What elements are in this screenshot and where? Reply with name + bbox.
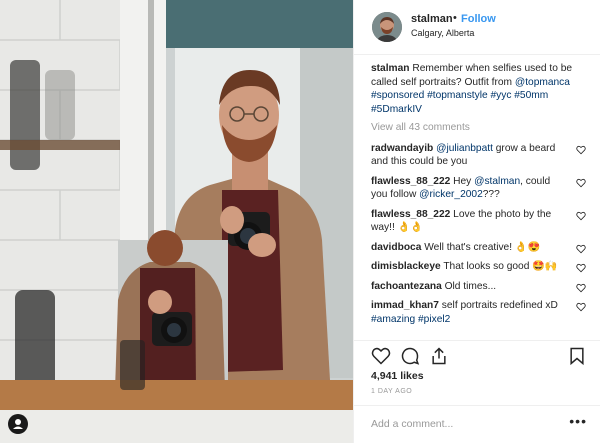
comment-text: self portraits redefined xD [441,300,558,311]
comment-text: Hey [453,175,472,187]
comment-item: radwandayib @julianbpatt grow a beard an… [371,142,586,169]
comment-username[interactable]: immad_khan7 [371,300,439,311]
view-all-comments-link[interactable]: View all 43 comments [371,121,586,135]
comment-hashtags[interactable]: #amazing #pixel2 [371,314,450,325]
post-timestamp: 1 DAY AGO [371,388,413,395]
more-options-icon[interactable]: ••• [569,413,587,429]
comment-username[interactable]: radwandayib [371,143,433,154]
post-photo[interactable] [0,0,353,443]
comment-text: Old times... [444,280,497,292]
heart-outline-icon[interactable] [576,283,586,293]
heart-outline-icon[interactable] [576,263,586,273]
add-comment-input[interactable]: Add a comment... [371,418,453,430]
comment-item: fachoantezana Old times... [371,280,586,294]
user-icon[interactable] [8,414,28,434]
comment-item: dimisblackeye That looks so good 🤩🙌 [371,260,586,274]
follow-button[interactable]: Follow [461,13,496,25]
comment-item: immad_khan7 self portraits redefined xD … [371,299,586,326]
separator-dot: • [453,12,457,24]
caption-outfit-prefix: Outfit from [464,76,513,88]
likes-count[interactable]: 4,941 likes [371,370,424,382]
avatar[interactable] [372,12,402,42]
comment-mention[interactable]: @stalman [474,176,520,187]
share-icon[interactable] [429,346,449,366]
comment-username[interactable]: davidboca [371,242,421,253]
comment-item: flawless_88_222 Hey @stalman, could you … [371,175,586,202]
comment-username[interactable]: dimisblackeye [371,261,441,272]
comment-username[interactable]: flawless_88_222 [371,176,450,187]
post-side-panel: stalman • Follow Calgary, Alberta stalma… [353,0,600,443]
caption-mention[interactable]: @topmanca [515,77,570,88]
heart-outline-icon[interactable] [576,178,586,188]
heart-outline-icon[interactable] [576,145,586,155]
location-link[interactable]: Calgary, Alberta [411,28,474,38]
username-link[interactable]: stalman [411,13,453,25]
add-comment-bar: Add a comment... ••• [354,405,600,443]
heart-icon[interactable] [371,346,391,366]
comment-item: davidboca Well that's creative! 👌😍 [371,241,586,255]
heart-outline-icon[interactable] [576,244,586,254]
heart-outline-icon[interactable] [576,211,586,221]
post-actions [354,340,600,370]
comment-bubble-icon[interactable] [400,346,420,366]
comment-mention[interactable]: @ricker_2002 [419,189,483,200]
bookmark-icon[interactable] [567,346,587,366]
comments-list[interactable]: stalman Remember when selfies used to be… [371,62,586,339]
comment-text: ??? [482,189,500,200]
caption-hashtags[interactable]: #sponsored #topmanstyle #yyc #50mm #5Dma… [371,90,548,115]
caption: stalman Remember when selfies used to be… [371,62,586,116]
comment-mention[interactable]: @julianbpatt [436,143,493,154]
post-header: stalman • Follow Calgary, Alberta [354,0,600,55]
caption-username[interactable]: stalman [371,63,410,74]
comment-item: flawless_88_222 Love the photo by the wa… [371,208,586,235]
comment-username[interactable]: fachoantezana [371,281,442,292]
comment-username[interactable]: flawless_88_222 [371,209,450,220]
heart-outline-icon[interactable] [576,302,586,312]
comment-text: That looks so good 🤩🙌 [443,261,558,272]
comment-text: Well that's creative! 👌😍 [424,241,541,253]
instagram-post: stalman • Follow Calgary, Alberta stalma… [0,0,600,443]
